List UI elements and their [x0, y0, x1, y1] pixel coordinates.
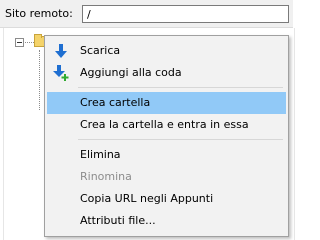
- tree-connector-line: [25, 42, 34, 43]
- menu-item-delete[interactable]: Elimina: [47, 144, 286, 166]
- menu-item-label: Crea la cartella e entra in essa: [80, 118, 249, 131]
- menu-item-label: Attributi file...: [80, 214, 156, 227]
- menu-item-label: Rinomina: [80, 170, 132, 183]
- download-arrow-icon: [55, 44, 67, 58]
- menu-item-label: Crea cartella: [80, 96, 151, 109]
- remote-site-bar: Sito remoto:: [0, 0, 293, 28]
- context-menu: Scarica Aggiungi alla coda Crea cartella…: [44, 35, 289, 237]
- menu-item-label: Aggiungi alla coda: [80, 66, 182, 79]
- add-to-queue-icon: [53, 65, 69, 81]
- menu-separator: [78, 87, 283, 88]
- menu-item-download[interactable]: Scarica: [47, 40, 286, 62]
- menu-item-create-folder-and-enter[interactable]: Crea la cartella e entra in essa: [47, 114, 286, 136]
- tree-collapse-toggle[interactable]: [15, 38, 24, 47]
- menu-item-copy-url[interactable]: Copia URL negli Appunti: [47, 188, 286, 210]
- remote-path-input[interactable]: [82, 5, 289, 23]
- menu-separator: [78, 139, 283, 140]
- menu-item-label: Elimina: [80, 148, 121, 161]
- tree-connector-line-vertical: [39, 50, 40, 110]
- menu-item-file-attributes[interactable]: Attributi file...: [47, 210, 286, 232]
- menu-item-label: Copia URL negli Appunti: [80, 192, 214, 205]
- remote-site-label: Sito remoto:: [5, 7, 73, 20]
- menu-item-label: Scarica: [80, 44, 121, 57]
- menu-item-rename: Rinomina: [47, 166, 286, 188]
- menu-item-create-folder[interactable]: Crea cartella: [47, 92, 286, 114]
- menu-item-add-to-queue[interactable]: Aggiungi alla coda: [47, 62, 286, 84]
